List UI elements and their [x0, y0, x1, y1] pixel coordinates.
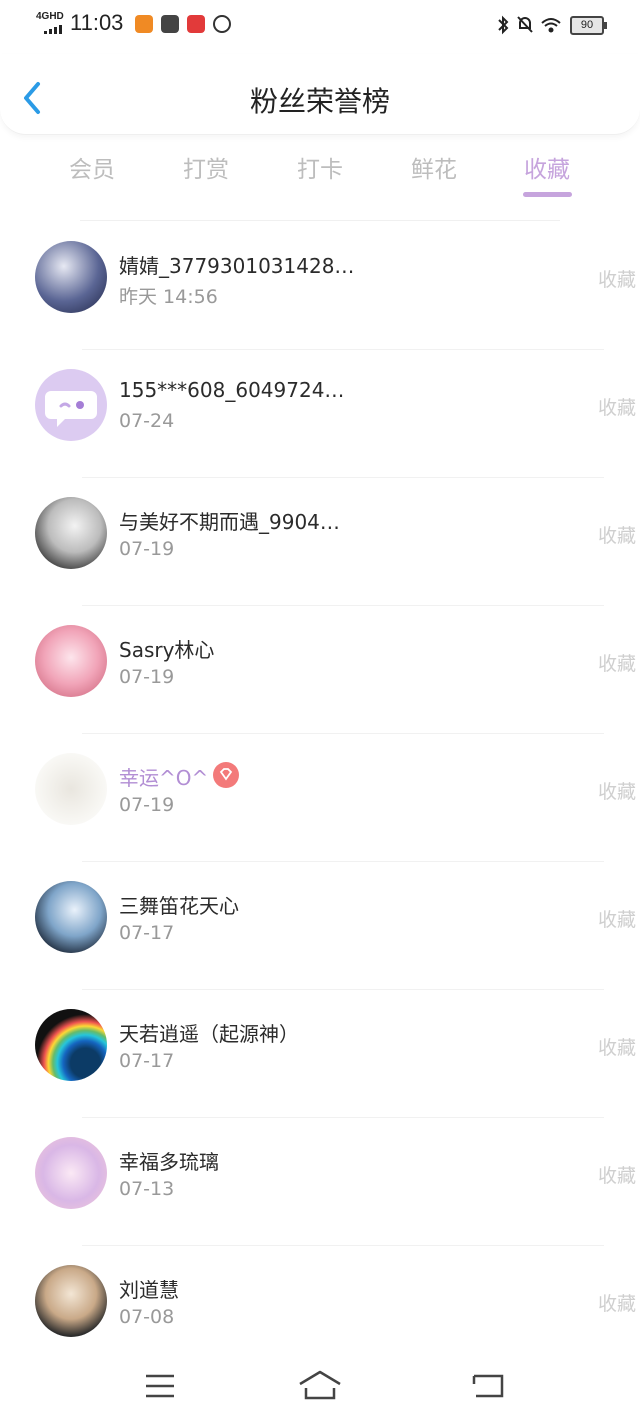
status-bar: 4GHD 11:03 90: [0, 0, 640, 50]
list-item[interactable]: 幸运^O^ 07-19 收藏: [35, 734, 636, 862]
timestamp: 07-08: [119, 1306, 175, 1328]
header-bar: 粉丝荣誉榜: [0, 54, 640, 135]
tab-flowers[interactable]: 鲜花: [384, 150, 484, 184]
timestamp: 07-17: [119, 922, 175, 944]
user-name: 与美好不期而遇_9904…: [119, 510, 340, 534]
bluetooth-icon: [498, 15, 509, 35]
list-item[interactable]: Sasry林心 07-19 收藏: [35, 606, 636, 734]
favorite-label: 收藏: [597, 1037, 636, 1059]
menu-button[interactable]: [136, 1366, 184, 1406]
chat-bubble-icon: [45, 391, 97, 427]
favorite-label: 收藏: [597, 397, 636, 419]
user-name: 幸运^O^: [119, 766, 209, 790]
timestamp: 07-19: [119, 794, 175, 816]
avatar: [35, 497, 107, 569]
avatar: [35, 625, 107, 697]
avatar: [35, 1137, 107, 1209]
avatar: [35, 369, 107, 441]
avatar: [35, 1265, 107, 1337]
user-name: 天若逍遥（起源神）: [119, 1022, 299, 1046]
tab-favorites[interactable]: 收藏: [497, 150, 597, 184]
list-item[interactable]: 三舞笛花天心 07-17 收藏: [35, 862, 636, 990]
user-name: 刘道慧: [119, 1278, 179, 1302]
favorite-label: 收藏: [597, 269, 636, 291]
app-notification-icon: [161, 15, 179, 33]
tab-members[interactable]: 会员: [42, 150, 142, 184]
user-name: 155***608_6049724…: [119, 378, 345, 402]
timestamp: 07-17: [119, 1050, 175, 1072]
list-item[interactable]: 与美好不期而遇_9904… 07-19 收藏: [35, 478, 636, 606]
user-name: 婧婧_3779301031428…: [119, 254, 355, 278]
wifi-icon: [541, 18, 561, 33]
system-nav-bar: [0, 1350, 640, 1422]
divider: [80, 220, 560, 221]
favorite-label: 收藏: [597, 525, 636, 547]
favorite-label: 收藏: [597, 1165, 636, 1187]
battery-indicator: 90: [570, 16, 607, 35]
back-nav-button[interactable]: [464, 1366, 512, 1406]
tab-checkin[interactable]: 打卡: [270, 150, 370, 184]
avatar: [35, 881, 107, 953]
timestamp: 07-19: [119, 538, 175, 560]
list-item[interactable]: 天若逍遥（起源神） 07-17 收藏: [35, 990, 636, 1118]
list-item[interactable]: 婧婧_3779301031428… 昨天 14:56 收藏: [35, 222, 636, 350]
menu-icon: [146, 1374, 174, 1398]
favorite-label: 收藏: [597, 909, 636, 931]
favorite-label: 收藏: [597, 781, 636, 803]
app-notification-icon: [187, 15, 205, 33]
avatar: [35, 241, 107, 313]
signal-icon: [44, 24, 64, 34]
timestamp: 07-24: [119, 410, 175, 432]
favorite-label: 收藏: [597, 1293, 636, 1315]
tab-tips[interactable]: 打赏: [156, 150, 256, 184]
home-icon: [299, 1370, 341, 1400]
list-item[interactable]: 幸福多琉璃 07-13 收藏: [35, 1118, 636, 1246]
fan-list: 婧婧_3779301031428… 昨天 14:56 收藏 155***608_…: [0, 222, 640, 1373]
network-indicator: 4GHD: [36, 11, 64, 22]
status-time: 11:03: [70, 10, 124, 35]
avatar: [35, 1009, 107, 1081]
user-name: Sasry林心: [119, 638, 215, 662]
app-notification-icon: [213, 15, 231, 33]
mute-icon: [517, 16, 533, 33]
app-notification-icon: [135, 15, 153, 33]
timestamp: 昨天 14:56: [119, 286, 218, 308]
list-item[interactable]: 155***608_6049724… 07-24 收藏: [35, 350, 636, 478]
avatar: [35, 753, 107, 825]
vip-diamond-icon: [213, 762, 239, 788]
page-title: 粉丝荣誉榜: [249, 85, 390, 118]
tab-bar: 会员 打赏 打卡 鲜花 收藏: [0, 140, 640, 220]
return-icon: [472, 1374, 504, 1398]
favorite-label: 收藏: [597, 653, 636, 675]
home-button[interactable]: [296, 1366, 344, 1406]
user-name: 三舞笛花天心: [119, 894, 239, 918]
active-tab-indicator: [523, 192, 572, 197]
timestamp: 07-13: [119, 1178, 175, 1200]
user-name: 幸福多琉璃: [119, 1150, 219, 1174]
timestamp: 07-19: [119, 666, 175, 688]
